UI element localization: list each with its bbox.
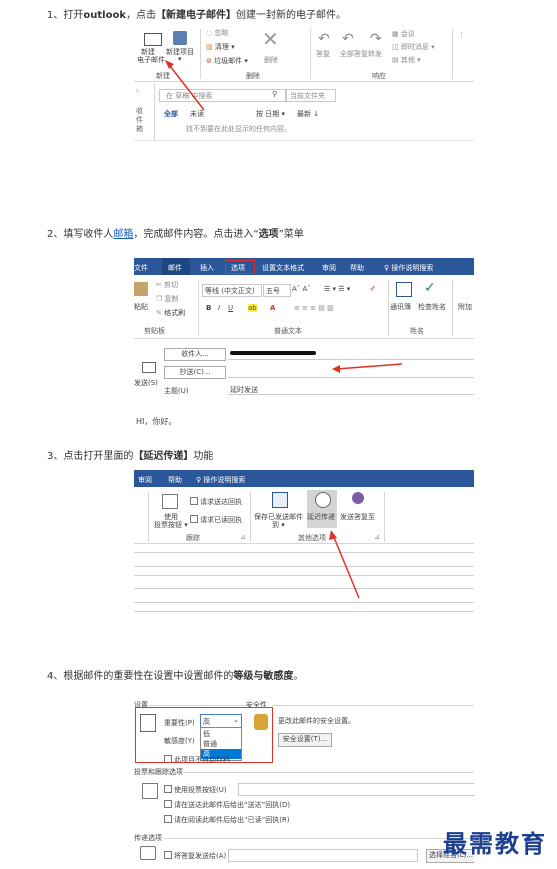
annotation-arrow <box>332 363 403 373</box>
annotation-arrow <box>329 530 360 599</box>
delivery-icon <box>140 846 156 860</box>
section-line <box>184 772 474 773</box>
section-line <box>272 705 474 706</box>
security-settings-button[interactable]: 安全设置(T)... <box>278 733 332 747</box>
section-line <box>148 705 248 706</box>
request-delivery-checkbox[interactable] <box>164 800 172 808</box>
screenshot-compose: 文件 邮件 插入 选项 设置文本格式 审阅 帮助 ♀ 操作说明搜索 粘贴 ✂ 剪… <box>134 258 474 430</box>
screenshot-properties-dialog: 设置 安全性 重要性(P) 高 ⌄ 低 普通 高 敏感度(Y) 此项目不自动存档… <box>134 697 474 869</box>
mailbox-link[interactable]: 邮箱 <box>113 229 133 240</box>
request-read-checkbox[interactable] <box>164 815 172 823</box>
step-1-text: 1、打开outlook，点击【新建电子邮件】创建一封新的电子邮件。 <box>47 10 346 21</box>
security-description: 更改此邮件的安全设置。 <box>278 717 355 725</box>
voting-section-label: 投票和跟踪选项 <box>134 768 183 776</box>
lock-icon <box>254 714 268 730</box>
voting-buttons-select[interactable] <box>238 783 474 796</box>
tracking-icon <box>142 783 158 799</box>
request-delivery-label: 请在送达此邮件后给出“送达”回执(D) <box>174 801 291 809</box>
screenshot-outlook-home: 新建 电子邮件 新建项目 ▾ 新建 ◌ 忽略 ▧ 清理 ▾ ⊘ 垃圾邮件 ▾ ✕… <box>134 27 474 141</box>
have-replies-label: 将答复发送给(A) <box>174 852 227 860</box>
step-4-text: 4、根据邮件的重要性在设置中设置邮件的等级与敏感度。 <box>47 671 304 682</box>
use-voting-label: 使用投票按钮(U) <box>174 786 227 794</box>
settings-highlight <box>135 707 273 763</box>
watermark-logo: 最需教育 <box>443 829 547 858</box>
have-replies-field[interactable] <box>228 849 418 862</box>
use-voting-checkbox[interactable] <box>164 785 172 793</box>
have-replies-checkbox[interactable] <box>164 851 172 859</box>
screenshot-options-ribbon: 审阅 帮助 ♀ 操作说明搜索 使用 投票按钮 ▾ 请求送达回执 请求已读回执 跟… <box>134 470 474 615</box>
annotation-arrow <box>165 60 205 111</box>
step-2-text: 2、填写收件人邮箱，完成邮件内容。点击进入“选项”菜单 <box>47 229 304 240</box>
request-read-label: 请在阅读此邮件后给出“已读”回执(R) <box>174 816 290 824</box>
step-3-text: 3、点击打开里面的【延迟传递】功能 <box>47 451 214 462</box>
section-line <box>164 838 474 839</box>
delivery-section-label: 传递选项 <box>134 834 162 842</box>
